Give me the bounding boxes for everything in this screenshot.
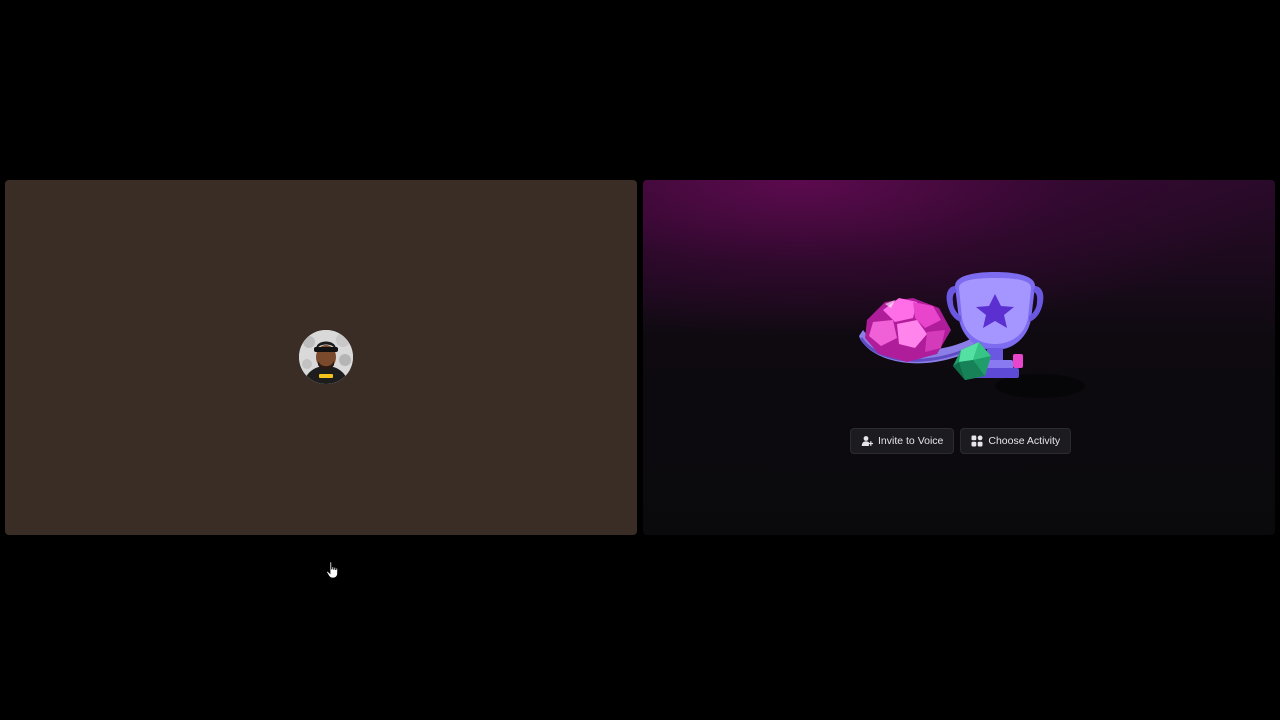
avatar-image-icon: [299, 330, 353, 384]
choose-activity-label: Choose Activity: [988, 435, 1061, 447]
choose-activity-button[interactable]: Choose Activity: [960, 428, 1072, 454]
activity-tile: Invite to Voice Choose Activity: [643, 180, 1275, 535]
hand-pointer-cursor-icon: [326, 561, 338, 579]
voice-channel-stage: Invite to Voice Choose Activity: [0, 0, 1280, 720]
user-avatar[interactable]: [299, 330, 353, 384]
participant-tile[interactable]: [5, 180, 637, 535]
activity-actions: Invite to Voice Choose Activity: [850, 428, 1072, 454]
activity-grid-icon: [971, 435, 983, 447]
trophy-gems-dice-illustration: [859, 272, 1085, 398]
person-add-icon: [861, 435, 873, 447]
invite-to-voice-label: Invite to Voice: [878, 435, 944, 447]
invite-to-voice-button[interactable]: Invite to Voice: [850, 428, 955, 454]
